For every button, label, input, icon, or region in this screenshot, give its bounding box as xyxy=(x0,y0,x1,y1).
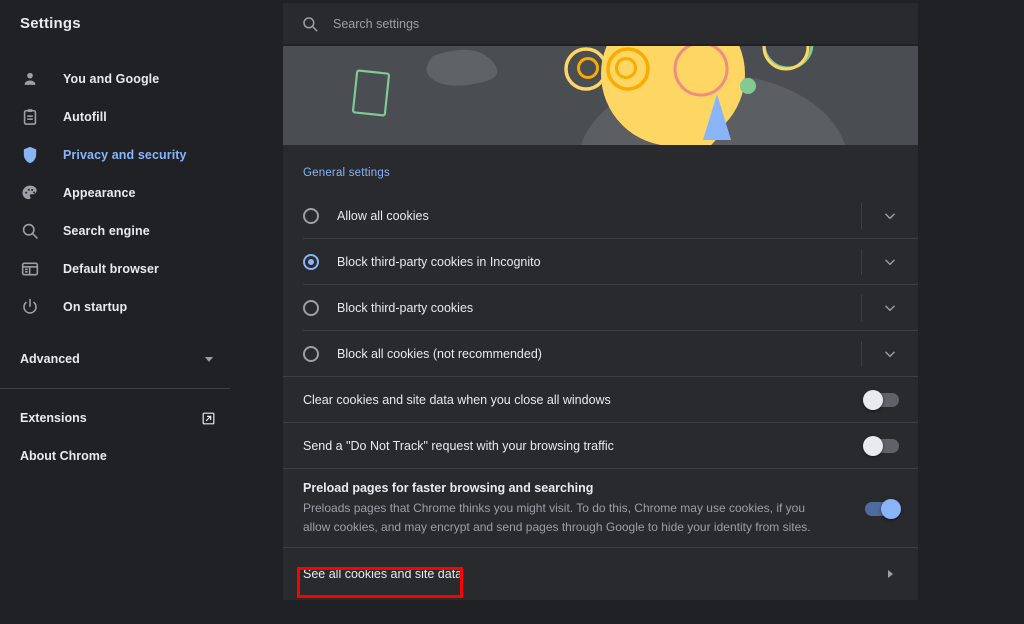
cookie-option-allow-all[interactable]: Allow all cookies xyxy=(283,193,918,239)
cookie-option-block-third-party-incognito[interactable]: Block third-party cookies in Incognito xyxy=(283,239,918,285)
sidebar-item-label: Privacy and security xyxy=(63,148,187,162)
title-area: Settings xyxy=(0,0,283,46)
sidebar-item-search-engine[interactable]: Search engine xyxy=(0,212,238,250)
radio-button-selected[interactable] xyxy=(303,254,319,270)
search-input[interactable] xyxy=(333,17,833,31)
sidebar-item-on-startup[interactable]: On startup xyxy=(0,288,238,326)
toggle-switch-wrap[interactable] xyxy=(846,393,918,407)
navigate-button[interactable] xyxy=(862,568,918,580)
chrome-settings-window: Settings You and Google Autofill xyxy=(0,0,1024,624)
sidebar-item-autofill[interactable]: Autofill xyxy=(0,98,238,136)
browser-window-icon xyxy=(20,259,40,279)
sidebar-item-label: About Chrome xyxy=(20,449,216,463)
toggle-knob xyxy=(863,390,883,410)
radio-button[interactable] xyxy=(303,346,319,362)
sidebar-item-label: You and Google xyxy=(63,72,159,86)
caret-down-icon xyxy=(202,352,216,366)
power-icon xyxy=(20,297,40,317)
cookie-option-block-third-party[interactable]: Block third-party cookies xyxy=(283,285,918,331)
setting-label: Send a "Do Not Track" request with your … xyxy=(303,439,846,453)
sidebar-item-extensions[interactable]: Extensions xyxy=(0,399,238,437)
sidebar: You and Google Autofill Privacy and secu… xyxy=(0,46,238,624)
sidebar-item-label: On startup xyxy=(63,300,127,314)
sidebar-item-label: Default browser xyxy=(63,262,159,276)
search-bar[interactable] xyxy=(283,3,918,44)
search-icon xyxy=(301,15,319,33)
toggle-switch-on[interactable] xyxy=(865,502,899,516)
palette-icon xyxy=(20,183,40,203)
shield-icon xyxy=(20,145,40,165)
sidebar-item-default-browser[interactable]: Default browser xyxy=(0,250,238,288)
person-icon xyxy=(20,69,40,89)
sidebar-advanced-label: Advanced xyxy=(20,352,202,366)
setting-preload-pages[interactable]: Preload pages for faster browsing and se… xyxy=(283,469,918,548)
search-icon xyxy=(20,221,40,241)
sidebar-item-about-chrome[interactable]: About Chrome xyxy=(0,437,238,475)
expand-button[interactable] xyxy=(862,209,918,223)
radio-button[interactable] xyxy=(303,208,319,224)
expand-button[interactable] xyxy=(862,255,918,269)
chevron-down-icon xyxy=(883,209,897,223)
chevron-down-icon xyxy=(883,255,897,269)
sidebar-item-label: Search engine xyxy=(63,224,150,238)
toggle-switch-off[interactable] xyxy=(865,439,899,453)
cookie-option-block-all[interactable]: Block all cookies (not recommended) xyxy=(283,331,918,377)
toggle-knob xyxy=(881,499,901,519)
toggle-switch-off[interactable] xyxy=(865,393,899,407)
toggle-knob xyxy=(863,436,883,456)
cookie-option-label: Block third-party cookies in Incognito xyxy=(337,255,861,269)
setting-do-not-track[interactable]: Send a "Do Not Track" request with your … xyxy=(283,423,918,469)
sidebar-item-you-and-google[interactable]: You and Google xyxy=(0,60,238,98)
see-all-cookies-label: See all cookies and site data xyxy=(303,567,862,581)
expand-button[interactable] xyxy=(862,301,918,315)
setting-description: Preloads pages that Chrome thinks you mi… xyxy=(303,499,828,536)
radio-button[interactable] xyxy=(303,300,319,316)
toggle-switch-wrap[interactable] xyxy=(846,439,918,453)
sidebar-item-label: Autofill xyxy=(63,110,107,124)
top-bar: Settings xyxy=(0,0,1024,46)
cookie-option-label: Allow all cookies xyxy=(337,209,861,223)
sidebar-item-label: Appearance xyxy=(63,186,136,200)
chevron-down-icon xyxy=(883,347,897,361)
page-title: Settings xyxy=(20,15,81,32)
clipboard-icon xyxy=(20,107,40,127)
illustration-graphic xyxy=(283,46,918,145)
sidebar-advanced-toggle[interactable]: Advanced xyxy=(0,340,238,378)
cookie-option-label: Block all cookies (not recommended) xyxy=(337,347,861,361)
setting-label: Clear cookies and site data when you clo… xyxy=(303,393,846,407)
privacy-illustration-banner xyxy=(283,46,918,145)
main-content: General settings Allow all cookies Block… xyxy=(283,46,918,624)
cookie-option-label: Block third-party cookies xyxy=(337,301,861,315)
setting-text-block: Preload pages for faster browsing and se… xyxy=(303,481,846,536)
arrow-right-icon xyxy=(884,568,896,580)
setting-title: Preload pages for faster browsing and se… xyxy=(303,481,828,495)
sidebar-item-label: Extensions xyxy=(20,411,201,425)
toggle-switch-wrap[interactable] xyxy=(846,502,918,516)
section-label-general-settings: General settings xyxy=(283,145,918,193)
sidebar-item-privacy-and-security[interactable]: Privacy and security xyxy=(0,136,238,174)
sidebar-divider xyxy=(0,388,230,389)
general-settings-card: General settings Allow all cookies Block… xyxy=(283,145,918,600)
setting-clear-cookies-on-close[interactable]: Clear cookies and site data when you clo… xyxy=(283,377,918,423)
chevron-down-icon xyxy=(883,301,897,315)
external-link-icon xyxy=(201,411,216,426)
sidebar-item-appearance[interactable]: Appearance xyxy=(0,174,238,212)
see-all-cookies-and-site-data-row[interactable]: See all cookies and site data xyxy=(283,548,918,600)
expand-button[interactable] xyxy=(862,347,918,361)
